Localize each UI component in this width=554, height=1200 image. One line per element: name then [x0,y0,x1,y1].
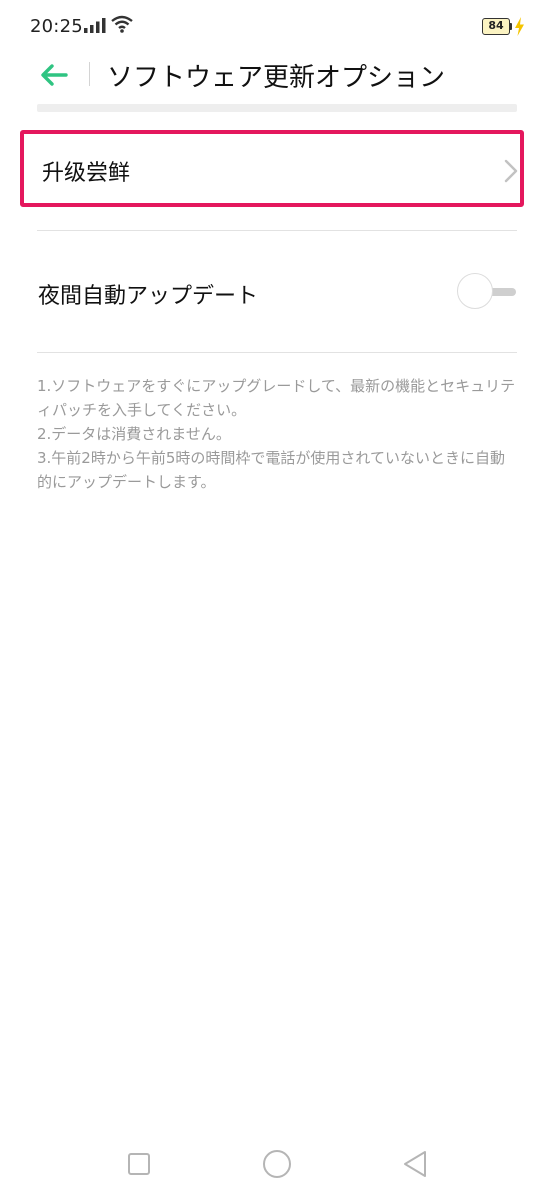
toggle-knob [457,273,493,309]
arrow-left-icon [41,64,68,86]
divider [37,230,517,231]
chevron-right-icon [504,159,518,183]
recents-square-icon [128,1153,150,1175]
home-circle-icon [263,1150,291,1178]
back-triangle-icon [404,1151,426,1177]
note-2: 2.データは消費されません。 [37,425,231,443]
title-divider [89,62,90,86]
battery-icon: 84 [482,18,510,35]
upgrade-trial-item[interactable]: 升级尝鲜 [20,130,524,207]
night-auto-update-toggle[interactable] [457,272,519,312]
note-1: 1.ソフトウェアをすぐにアップグレードして、最新の機能とセキュリティパッチを入手… [37,377,516,419]
charging-bolt-icon [515,17,524,36]
page-title: ソフトウェア更新オプション [107,63,446,93]
divider [37,352,517,353]
header-separator [37,104,517,112]
navigation-bar [0,1140,554,1190]
signal-icon [84,18,106,33]
wifi-icon [111,15,133,33]
system-back-button[interactable] [397,1148,433,1180]
recents-button[interactable] [121,1148,157,1180]
status-time: 20:25 [30,16,83,37]
status-bar: 20:25 84 [0,0,554,56]
night-auto-update-label: 夜間自動アップデート [38,284,259,309]
back-button[interactable] [36,58,72,92]
battery-tip [510,23,512,30]
upgrade-trial-label: 升级尝鲜 [42,161,131,186]
update-notes: 1.ソフトウェアをすぐにアップグレードして、最新の機能とセキュリティパッチを入手… [37,374,519,494]
note-3: 3.午前2時から午前5時の時間枠で電話が使用されていないときに自動的にアップデー… [37,449,505,491]
home-button[interactable] [259,1148,295,1180]
night-auto-update-item: 夜間自動アップデート [20,255,524,331]
